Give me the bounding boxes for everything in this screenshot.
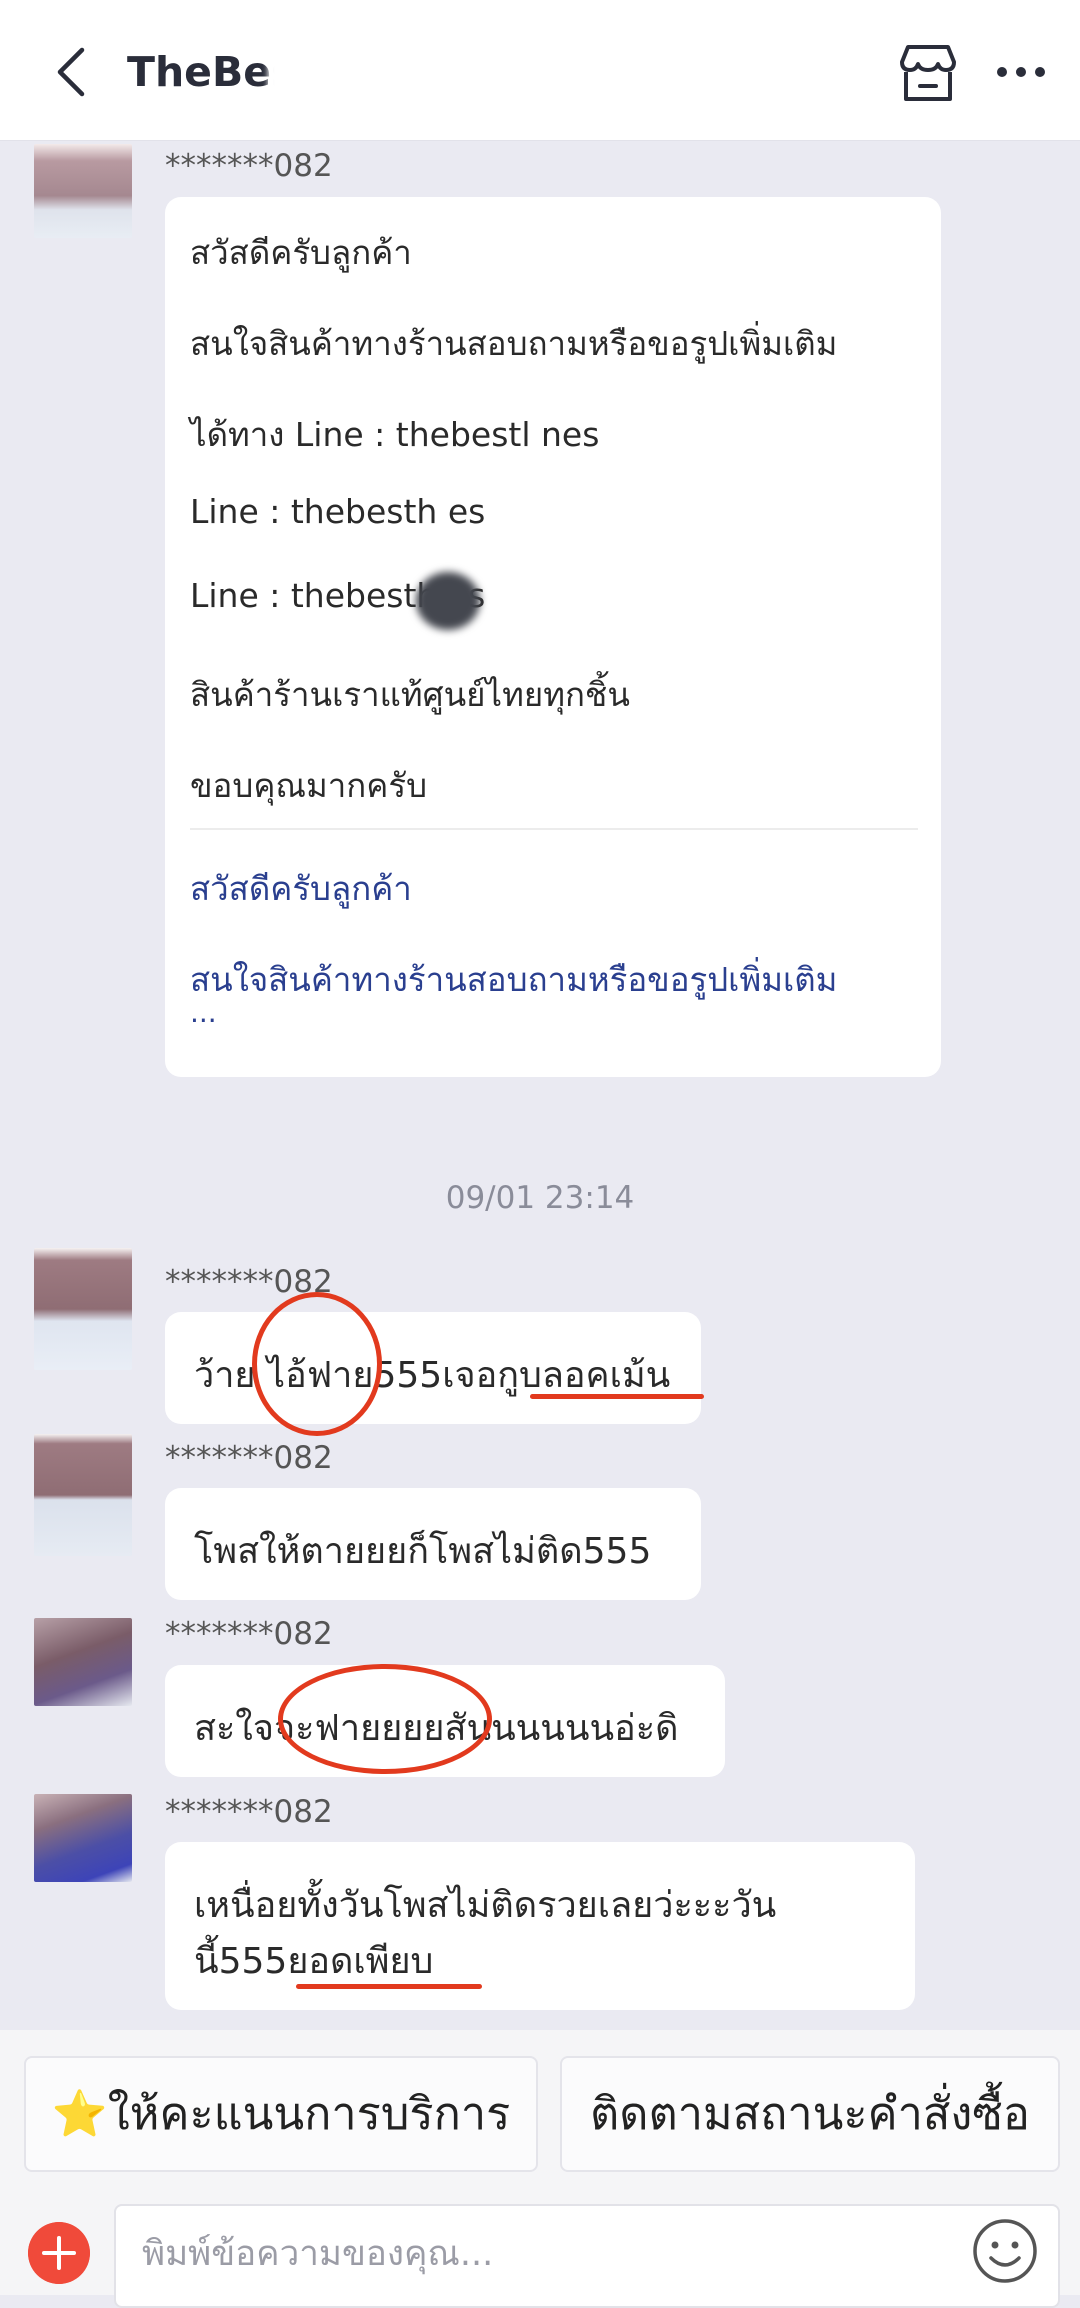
avatar[interactable] [34, 1434, 132, 1556]
avatar[interactable] [34, 1248, 132, 1370]
divider [190, 828, 918, 830]
rate-service-label: ให้คะแนนการบริการ [107, 2087, 511, 2140]
avatar[interactable] [34, 1794, 132, 1882]
track-order-label: ติดตามสถานะคำสั่งซื้อ [590, 2087, 1030, 2140]
message-line: สวัสดีครับลูกค้า [190, 233, 412, 272]
sender-name: *******082 [165, 1794, 333, 1830]
message-line: สินค้าร้านเราแท้ศูนย์ไทยทุกชิ้น [190, 675, 630, 714]
emoji-icon[interactable] [972, 2218, 1038, 2284]
rate-service-button[interactable]: ⭐ให้คะแนนการบริการ [24, 2056, 538, 2172]
annotation-underline [296, 1984, 482, 1989]
avatar[interactable] [34, 144, 132, 238]
avatar[interactable] [34, 1618, 132, 1706]
more-options-icon[interactable] [996, 64, 1046, 80]
message-text: โพสให้ตายยยก็โพสไม่ติด555 [194, 1531, 652, 1572]
sender-name: *******082 [165, 1616, 333, 1652]
sender-name: *******082 [165, 1440, 333, 1476]
message-text-line: เหนื่อยทั้งวันโพสไม่ติดรวยเลยว่ะะะวัน [194, 1885, 777, 1926]
annotation-circle [278, 1664, 492, 1774]
back-arrow-icon[interactable] [48, 44, 98, 100]
blurred-title-remainder [268, 48, 358, 96]
plus-icon[interactable] [28, 2222, 90, 2284]
annotation-circle [252, 1292, 382, 1436]
message-line: ขอบคุณมากครับ [190, 766, 428, 805]
quick-reply-link[interactable]: สนใจสินค้าทางร้านสอบถามหรือขอรูปเพิ่มเติ… [190, 953, 837, 1006]
store-icon[interactable] [896, 42, 960, 104]
message-line: Line : thebesth es [190, 492, 486, 531]
star-icon: ⭐ [51, 2087, 108, 2140]
sender-name: *******082 [165, 148, 333, 184]
chat-header: TheBes [0, 0, 1080, 141]
annotation-underline [530, 1394, 704, 1399]
message-line: ได้ทาง Line : thebestl nes [190, 415, 600, 454]
message-text-line: นี้555ยอดเพียบ [194, 1941, 434, 1982]
message-line: สนใจสินค้าทางร้านสอบถามหรือขอรูปเพิ่มเติ… [190, 324, 838, 363]
message-input-placeholder[interactable]: พิมพ์ข้อความของคุณ... [142, 2226, 493, 2281]
quick-reply-ellipsis: ... [190, 996, 217, 1029]
track-order-button[interactable]: ติดตามสถานะคำสั่งซื้อ [560, 2056, 1060, 2172]
blur-patch [416, 572, 480, 630]
quick-reply-link[interactable]: สวัสดีครับลูกค้า [190, 862, 412, 915]
timestamp: 09/01 23:14 [445, 1180, 635, 1216]
